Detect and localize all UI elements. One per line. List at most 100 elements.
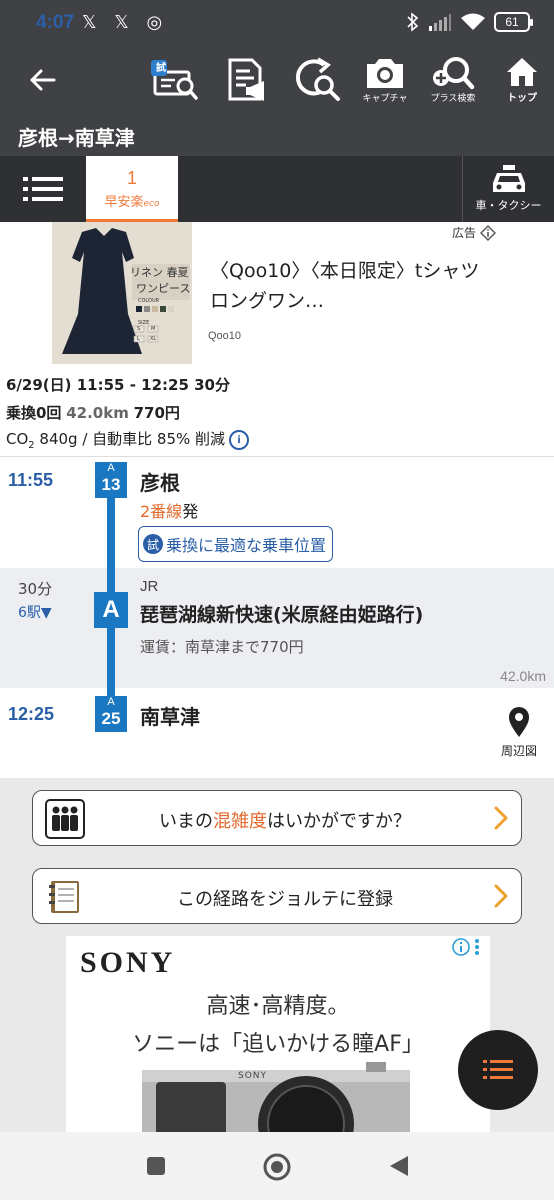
ad-product-image: リネン 春夏 ワンピース COLOUR SIZE S M L XL: [52, 222, 192, 364]
departure-station[interactable]: 彦根: [140, 467, 180, 496]
list-icon: [483, 1060, 513, 1079]
departure-time: 11:55: [8, 470, 54, 490]
ad-image-text-2: ワンピース: [136, 282, 191, 295]
route-list-button[interactable]: [0, 156, 86, 222]
plus-search-icon: [433, 57, 475, 90]
congestion-label: いまの混雑度はいかがですか？: [93, 807, 477, 833]
camera-icon: [367, 59, 403, 88]
ride-section: [0, 568, 554, 688]
list-icon: [23, 177, 63, 201]
plus-search-button[interactable]: プラス検索: [424, 50, 482, 110]
line-badge: A: [94, 592, 128, 628]
ad-image-size-s: S: [137, 326, 141, 332]
ad-title[interactable]: 〈Qoo10〉〈本日限定〉tシャツロングワン…: [210, 256, 492, 316]
ad-choices[interactable]: [452, 938, 480, 956]
route-number: 1: [126, 168, 137, 188]
wifi-icon: [461, 13, 485, 30]
map-pin-icon: [509, 707, 529, 737]
route-datetime: 6/29(日) 11:55 - 12:25 30分: [6, 376, 230, 394]
top-label: トップ: [507, 93, 537, 104]
ad-image-size-xl: XL: [150, 336, 157, 342]
recents-icon[interactable]: [146, 1156, 166, 1176]
document-megaphone-icon: [228, 58, 264, 101]
co2-info: CO2 840g / 自動車比 85% 削減 i: [6, 428, 548, 451]
stops-toggle[interactable]: 6駅▼: [18, 602, 52, 622]
boarding-position-label: 乗換に最適な乗車位置: [166, 536, 327, 555]
taxi-icon: [492, 165, 525, 192]
top-button[interactable]: トップ: [496, 50, 548, 110]
back-triangle-icon[interactable]: [388, 1154, 410, 1178]
ad-banner-bottom[interactable]: SONY 高速･高精度。 ソニーは「追いかける瞳AF」 SONY: [66, 936, 490, 1136]
trial-ticket-button[interactable]: 試: [148, 50, 200, 110]
line-name[interactable]: 琵琶湖線新快速(米原経由姫路行): [140, 600, 423, 627]
departure-platform: 2番線発: [140, 498, 198, 522]
route-tabs: 1 早安楽eco 車・タクシー: [0, 156, 554, 222]
total-fare: 770円: [133, 404, 180, 422]
departure-station-no: 13: [101, 475, 121, 494]
segment-distance: 42.0km: [500, 668, 546, 684]
ad-tagline-1: 高速･高精度。: [206, 994, 350, 1019]
ad-tagline-2: ソニーは「追いかける瞳AF」: [132, 1032, 424, 1057]
arrival-station[interactable]: 南草津: [140, 701, 200, 730]
tab-route-1[interactable]: 1 早安楽eco: [86, 156, 178, 222]
camera-product-image: [142, 1062, 410, 1136]
departure-station-number: A 13: [95, 462, 127, 498]
trial-badge: 試: [156, 63, 166, 74]
plus-search-label: プラス検索: [430, 94, 476, 104]
ad-image-text-1: リネン 春夏: [130, 266, 189, 279]
boarding-position-button[interactable]: 試 乗換に最適な乗車位置: [138, 526, 334, 562]
arrival-station-no: 25: [101, 709, 121, 728]
ad-banner-top: リネン 春夏 ワンピース COLOUR SIZE S M L XL 広告 〈Qo…: [0, 222, 554, 364]
route-keywords: 早安楽eco: [86, 191, 178, 210]
research-button[interactable]: [292, 50, 344, 110]
back-button[interactable]: [22, 50, 62, 110]
status-bar: 4:07 𝕏 𝕏 ◎ 61: [0, 0, 554, 50]
planner-book-icon: [49, 881, 79, 913]
co2-info-icon[interactable]: i: [229, 429, 250, 450]
congestion-highlight: 混雑度: [213, 811, 267, 832]
platform-number: 2番線: [140, 502, 183, 521]
trial-badge-icon: 試: [143, 534, 163, 554]
nearby-map-button[interactable]: 周辺図: [494, 706, 544, 759]
ride-duration: 30分: [18, 580, 53, 598]
route-summary: 6/29(日) 11:55 - 12:25 30分 乗換0回 42.0km 77…: [0, 364, 554, 456]
jorte-register-button[interactable]: この経路をジョルテに登録: [32, 868, 522, 924]
ad-image-size-l: L: [137, 336, 140, 342]
capture-button[interactable]: キャプチャ: [358, 50, 412, 110]
nearby-map-label: 周辺図: [500, 744, 537, 758]
floating-menu-button[interactable]: [458, 1030, 538, 1110]
capture-label: キャプチャ: [362, 94, 408, 104]
home-circle-icon[interactable]: [262, 1152, 292, 1182]
system-nav-bar: [0, 1132, 554, 1200]
segment-fare: 運賃：南草津まで770円: [140, 638, 304, 656]
battery-icon: 61: [494, 12, 533, 32]
co2-prefix: CO: [6, 430, 29, 448]
notification-icons: 𝕏 𝕏 ◎: [82, 12, 169, 33]
ad-image-size-m: M: [151, 326, 156, 332]
bluetooth-icon: [407, 12, 419, 32]
total-distance: 42.0km: [66, 404, 129, 422]
congestion-prefix: いまの: [159, 811, 213, 832]
congestion-survey-button[interactable]: いまの混雑度はいかがですか？: [32, 790, 522, 846]
refresh-search-icon: [295, 57, 340, 101]
chevron-right-icon: [494, 806, 508, 830]
toolbar: 試 キャプチャ プラス検索 トップ: [0, 50, 554, 110]
route-keywords-text: 早安楽: [104, 195, 144, 210]
ad-card[interactable]: リネン 春夏 ワンピース COLOUR SIZE S M L XL 広告 〈Qo…: [52, 222, 502, 364]
arrival-section: [0, 688, 554, 778]
arrival-time: 12:25: [8, 704, 55, 724]
ad-info-icon: [452, 938, 470, 956]
ad-image-colour: COLOUR: [138, 298, 160, 304]
signal-icon: [429, 14, 451, 31]
chevron-right-icon: [494, 884, 508, 908]
co2-text: CO2 840g / 自動車比 85% 削減: [6, 428, 225, 451]
ad-brand: SONY: [80, 946, 176, 979]
ad-label[interactable]: 広告: [452, 224, 496, 241]
ad-info-icon: [480, 224, 496, 241]
car-taxi-label: 車・タクシー: [475, 199, 542, 212]
platform-suffix: 発: [182, 502, 199, 521]
camera-brand-label: SONY: [238, 1071, 268, 1081]
car-taxi-button[interactable]: 車・タクシー: [462, 156, 554, 222]
ad-source: Qoo10: [208, 330, 242, 342]
announcement-button[interactable]: [222, 50, 274, 110]
